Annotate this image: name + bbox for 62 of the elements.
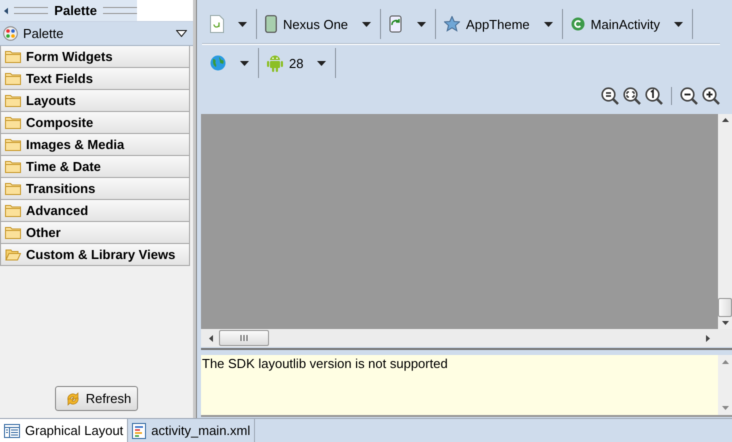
dropdown-icon xyxy=(176,30,187,37)
star-icon xyxy=(444,16,460,32)
palette-category[interactable]: Advanced xyxy=(0,200,190,222)
class-icon xyxy=(570,17,585,31)
palette-icon xyxy=(3,26,18,41)
toolbar-dropdown[interactable]: Nexus One xyxy=(257,9,382,39)
palette-category[interactable]: Time & Date xyxy=(0,156,190,178)
palette-category[interactable]: Images & Media xyxy=(0,134,190,156)
editor-tab[interactable]: Graphical Layout xyxy=(0,419,128,442)
error-message: The SDK layoutlib version is not supported xyxy=(201,355,449,373)
scroll-right-icon[interactable] xyxy=(706,334,710,342)
folder-icon xyxy=(5,160,21,173)
scroll-thumb[interactable] xyxy=(718,298,732,317)
grip-lines xyxy=(14,7,48,14)
phone-icon xyxy=(265,15,277,33)
document-icon xyxy=(210,15,224,33)
palette-category[interactable]: Composite xyxy=(0,112,190,134)
scroll-thumb[interactable] xyxy=(219,330,269,346)
toolbar-dropdown[interactable]: MainActivity xyxy=(562,9,693,39)
caret-icon xyxy=(417,22,426,26)
collapse-icon[interactable] xyxy=(4,6,8,14)
folder-icon xyxy=(5,138,21,151)
folder-icon xyxy=(5,72,21,85)
editor-tab[interactable]: activity_main.xml xyxy=(128,419,256,442)
zoom-actual-icon[interactable] xyxy=(623,87,641,105)
caret-icon xyxy=(674,22,683,26)
folder-icon xyxy=(5,226,21,239)
android-icon xyxy=(267,54,283,72)
palette-category[interactable]: Custom & Library Views xyxy=(0,244,190,266)
grip-icon xyxy=(239,335,249,341)
zoom-fit-icon[interactable] xyxy=(601,87,619,105)
refresh-button[interactable]: Refresh xyxy=(54,386,138,411)
zoom-in-icon[interactable] xyxy=(702,87,720,105)
palette-category[interactable]: Transitions xyxy=(0,178,190,200)
toolbar-dropdown[interactable]: AppTheme xyxy=(436,9,563,39)
folder-icon xyxy=(5,116,21,129)
caret-icon xyxy=(317,60,326,66)
xml-file-icon xyxy=(132,422,146,438)
open-folder-icon xyxy=(5,248,21,261)
caret-icon xyxy=(238,22,247,26)
grip-lines xyxy=(102,7,137,14)
layout-icon xyxy=(4,424,20,438)
palette-category[interactable]: Text Fields xyxy=(0,68,190,90)
palette-category[interactable]: Layouts xyxy=(0,90,190,112)
palette-dropdown[interactable]: Palette xyxy=(0,22,193,46)
rotate-icon xyxy=(389,15,404,33)
caret-icon xyxy=(240,60,249,66)
zoom-100-icon[interactable] xyxy=(645,87,663,105)
folder-icon xyxy=(5,204,21,217)
caret-icon xyxy=(362,22,372,26)
palette-category[interactable]: Other xyxy=(0,222,190,244)
zoom-out-icon[interactable] xyxy=(680,87,698,105)
scroll-up-icon[interactable] xyxy=(722,118,728,122)
folder-icon xyxy=(5,50,21,63)
toolbar-dropdown[interactable]: 28 xyxy=(259,48,336,78)
folder-icon xyxy=(5,182,21,195)
scroll-left-icon[interactable] xyxy=(209,334,213,342)
palette-category[interactable]: Form Widgets xyxy=(0,46,190,68)
globe-icon xyxy=(210,55,226,71)
caret-icon xyxy=(544,22,553,26)
scroll-down-icon[interactable] xyxy=(722,321,728,325)
folder-icon xyxy=(5,94,21,107)
